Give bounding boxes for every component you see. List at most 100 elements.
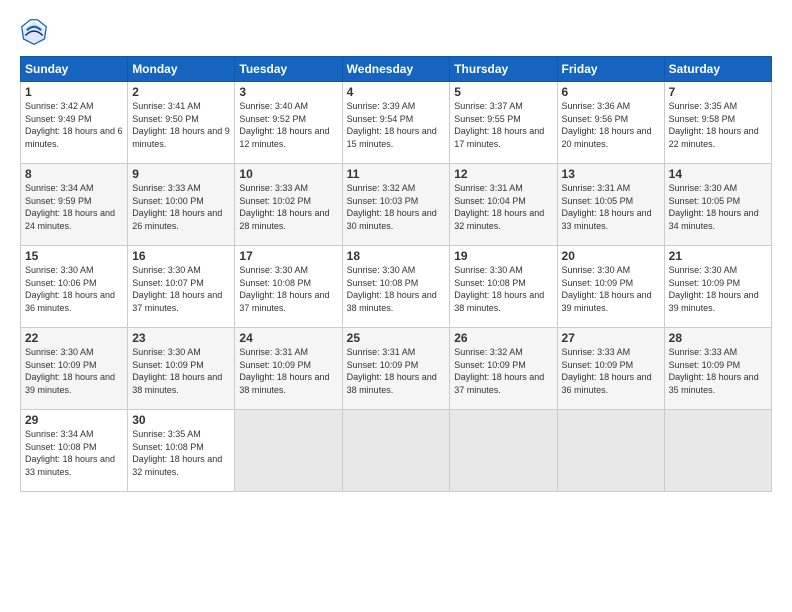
day-detail: Sunrise: 3:30 AMSunset: 10:05 PMDaylight…	[669, 183, 759, 231]
day-detail: Sunrise: 3:31 AMSunset: 10:09 PMDaylight…	[239, 347, 329, 395]
day-detail: Sunrise: 3:30 AMSunset: 10:09 PMDaylight…	[669, 265, 759, 313]
calendar-cell: 13Sunrise: 3:31 AMSunset: 10:05 PMDaylig…	[557, 164, 664, 246]
day-number: 16	[132, 249, 230, 263]
calendar-page: SundayMondayTuesdayWednesdayThursdayFrid…	[0, 0, 792, 612]
calendar-header-saturday: Saturday	[664, 57, 771, 82]
day-number: 10	[239, 167, 337, 181]
calendar-header-row: SundayMondayTuesdayWednesdayThursdayFrid…	[21, 57, 772, 82]
day-detail: Sunrise: 3:31 AMSunset: 10:04 PMDaylight…	[454, 183, 544, 231]
calendar-cell: 17 Sunrise: 3:30 AMSunset: 10:08 PMDaylig…	[235, 246, 342, 328]
day-number: 23	[132, 331, 230, 345]
day-number: 17	[239, 249, 337, 263]
day-detail: Sunrise: 3:31 AMSunset: 10:05 PMDaylight…	[562, 183, 652, 231]
calendar-table: SundayMondayTuesdayWednesdayThursdayFrid…	[20, 56, 772, 492]
calendar-cell: 11 Sunrise: 3:32 AMSunset: 10:03 PMDaylig…	[342, 164, 450, 246]
day-number: 15	[25, 249, 123, 263]
calendar-cell: 20 Sunrise: 3:30 AMSunset: 10:09 PMDaylig…	[557, 246, 664, 328]
calendar-cell: 2Sunrise: 3:41 AMSunset: 9:50 PMDaylight…	[128, 82, 235, 164]
calendar-week-3: 15Sunrise: 3:30 AMSunset: 10:06 PMDaylig…	[21, 246, 772, 328]
calendar-header-monday: Monday	[128, 57, 235, 82]
header	[20, 18, 772, 46]
calendar-cell: 10 Sunrise: 3:33 AMSunset: 10:02 PMDaylig…	[235, 164, 342, 246]
calendar-cell: 30Sunrise: 3:35 AMSunset: 10:08 PMDaylig…	[128, 410, 235, 492]
calendar-cell: 24 Sunrise: 3:31 AMSunset: 10:09 PMDaylig…	[235, 328, 342, 410]
day-detail: Sunrise: 3:32 AMSunset: 10:09 PMDaylight…	[454, 347, 544, 395]
day-detail: Sunrise: 3:40 AMSunset: 9:52 PMDaylight:…	[239, 101, 329, 149]
day-number: 5	[454, 85, 552, 99]
day-number: 27	[562, 331, 660, 345]
day-detail: Sunrise: 3:30 AMSunset: 10:09 PMDaylight…	[25, 347, 115, 395]
calendar-cell: 21Sunrise: 3:30 AMSunset: 10:09 PMDaylig…	[664, 246, 771, 328]
day-number: 28	[669, 331, 767, 345]
day-number: 12	[454, 167, 552, 181]
day-detail: Sunrise: 3:33 AMSunset: 10:02 PMDaylight…	[239, 183, 329, 231]
day-number: 22	[25, 331, 123, 345]
day-detail: Sunrise: 3:35 AMSunset: 10:08 PMDaylight…	[132, 429, 222, 477]
day-detail: Sunrise: 3:37 AMSunset: 9:55 PMDaylight:…	[454, 101, 544, 149]
calendar-cell: 12 Sunrise: 3:31 AMSunset: 10:04 PMDaylig…	[450, 164, 557, 246]
calendar-cell: 5 Sunrise: 3:37 AMSunset: 9:55 PMDaylight…	[450, 82, 557, 164]
calendar-cell: 3 Sunrise: 3:40 AMSunset: 9:52 PMDaylight…	[235, 82, 342, 164]
calendar-cell: 8Sunrise: 3:34 AMSunset: 9:59 PMDaylight…	[21, 164, 128, 246]
day-number: 1	[25, 85, 123, 99]
calendar-cell: 16 Sunrise: 3:30 AMSunset: 10:07 PMDaylig…	[128, 246, 235, 328]
calendar-cell	[450, 410, 557, 492]
calendar-cell	[557, 410, 664, 492]
calendar-week-1: 1 Sunrise: 3:42 AMSunset: 9:49 PMDaylight…	[21, 82, 772, 164]
calendar-cell: 25 Sunrise: 3:31 AMSunset: 10:09 PMDaylig…	[342, 328, 450, 410]
day-number: 29	[25, 413, 123, 427]
day-number: 8	[25, 167, 123, 181]
calendar-cell	[664, 410, 771, 492]
calendar-cell: 28 Sunrise: 3:33 AMSunset: 10:09 PMDaylig…	[664, 328, 771, 410]
day-detail: Sunrise: 3:32 AMSunset: 10:03 PMDaylight…	[347, 183, 437, 231]
day-detail: Sunrise: 3:33 AMSunset: 10:09 PMDaylight…	[669, 347, 759, 395]
calendar-cell: 15Sunrise: 3:30 AMSunset: 10:06 PMDaylig…	[21, 246, 128, 328]
day-detail: Sunrise: 3:39 AMSunset: 9:54 PMDaylight:…	[347, 101, 437, 149]
day-number: 25	[347, 331, 446, 345]
day-detail: Sunrise: 3:30 AMSunset: 10:08 PMDaylight…	[347, 265, 437, 313]
day-detail: Sunrise: 3:33 AMSunset: 10:00 PMDaylight…	[132, 183, 222, 231]
calendar-cell	[235, 410, 342, 492]
day-number: 4	[347, 85, 446, 99]
day-detail: Sunrise: 3:30 AMSunset: 10:07 PMDaylight…	[132, 265, 222, 313]
calendar-cell: 19Sunrise: 3:30 AMSunset: 10:08 PMDaylig…	[450, 246, 557, 328]
day-detail: Sunrise: 3:30 AMSunset: 10:09 PMDaylight…	[132, 347, 222, 395]
day-number: 11	[347, 167, 446, 181]
calendar-cell: 14Sunrise: 3:30 AMSunset: 10:05 PMDaylig…	[664, 164, 771, 246]
day-detail: Sunrise: 3:34 AMSunset: 10:08 PMDaylight…	[25, 429, 115, 477]
calendar-week-4: 22 Sunrise: 3:30 AMSunset: 10:09 PMDaylig…	[21, 328, 772, 410]
day-number: 9	[132, 167, 230, 181]
day-number: 18	[347, 249, 446, 263]
day-detail: Sunrise: 3:42 AMSunset: 9:49 PMDaylight:…	[25, 101, 123, 149]
calendar-header-sunday: Sunday	[21, 57, 128, 82]
calendar-cell: 6Sunrise: 3:36 AMSunset: 9:56 PMDaylight…	[557, 82, 664, 164]
day-detail: Sunrise: 3:30 AMSunset: 10:08 PMDaylight…	[239, 265, 329, 313]
calendar-cell: 22 Sunrise: 3:30 AMSunset: 10:09 PMDaylig…	[21, 328, 128, 410]
calendar-cell	[342, 410, 450, 492]
day-detail: Sunrise: 3:30 AMSunset: 10:09 PMDaylight…	[562, 265, 652, 313]
day-number: 2	[132, 85, 230, 99]
calendar-cell: 18 Sunrise: 3:30 AMSunset: 10:08 PMDaylig…	[342, 246, 450, 328]
day-number: 6	[562, 85, 660, 99]
day-number: 26	[454, 331, 552, 345]
calendar-cell: 27Sunrise: 3:33 AMSunset: 10:09 PMDaylig…	[557, 328, 664, 410]
calendar-header-wednesday: Wednesday	[342, 57, 450, 82]
calendar-cell: 29 Sunrise: 3:34 AMSunset: 10:08 PMDaylig…	[21, 410, 128, 492]
calendar-header-friday: Friday	[557, 57, 664, 82]
day-number: 7	[669, 85, 767, 99]
calendar-cell: 9 Sunrise: 3:33 AMSunset: 10:00 PMDayligh…	[128, 164, 235, 246]
day-number: 24	[239, 331, 337, 345]
day-number: 20	[562, 249, 660, 263]
day-detail: Sunrise: 3:30 AMSunset: 10:08 PMDaylight…	[454, 265, 544, 313]
calendar-cell: 26 Sunrise: 3:32 AMSunset: 10:09 PMDaylig…	[450, 328, 557, 410]
calendar-cell: 23 Sunrise: 3:30 AMSunset: 10:09 PMDaylig…	[128, 328, 235, 410]
day-detail: Sunrise: 3:35 AMSunset: 9:58 PMDaylight:…	[669, 101, 759, 149]
logo-icon	[20, 18, 48, 46]
calendar-week-5: 29 Sunrise: 3:34 AMSunset: 10:08 PMDaylig…	[21, 410, 772, 492]
calendar-cell: 7 Sunrise: 3:35 AMSunset: 9:58 PMDaylight…	[664, 82, 771, 164]
day-detail: Sunrise: 3:31 AMSunset: 10:09 PMDaylight…	[347, 347, 437, 395]
calendar-cell: 1 Sunrise: 3:42 AMSunset: 9:49 PMDaylight…	[21, 82, 128, 164]
calendar-header-thursday: Thursday	[450, 57, 557, 82]
day-number: 3	[239, 85, 337, 99]
calendar-cell: 4 Sunrise: 3:39 AMSunset: 9:54 PMDaylight…	[342, 82, 450, 164]
